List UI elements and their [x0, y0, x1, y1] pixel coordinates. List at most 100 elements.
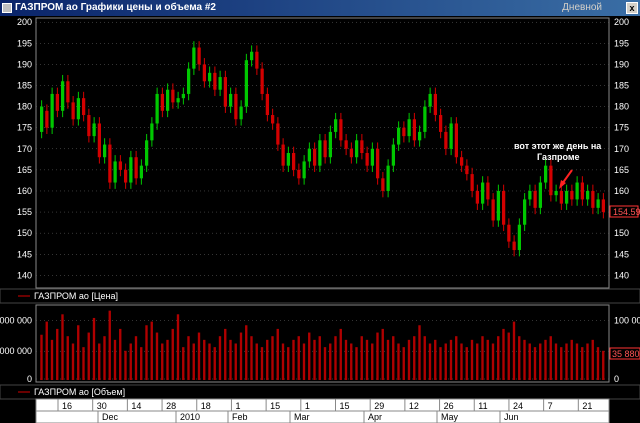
volume-ytick-left: 000 000 — [0, 346, 32, 356]
volume-bar — [124, 350, 127, 380]
price-ytick-left: 140 — [17, 270, 32, 280]
candle-body — [475, 190, 480, 204]
candle-body — [297, 169, 301, 179]
date-month-label: Feb — [232, 412, 248, 422]
volume-bar — [418, 325, 421, 380]
volume-bar — [486, 339, 489, 380]
volume-bar — [528, 343, 531, 380]
chart-canvas[interactable]: 200195190185180175170165160155150145140 … — [0, 0, 640, 423]
volume-bar — [591, 339, 594, 380]
candle-body — [507, 224, 511, 242]
volume-panel[interactable] — [35, 304, 610, 383]
candle-body — [60, 81, 65, 111]
candle-body — [333, 119, 338, 132]
date-month-label: May — [441, 412, 459, 422]
volume-bar — [119, 328, 122, 380]
volume-bar — [313, 339, 316, 380]
candle-body — [449, 123, 453, 149]
price-ytick-right: 190 — [614, 59, 629, 69]
candle-body — [207, 72, 212, 82]
date-day-label: 26 — [444, 401, 454, 411]
candle-body — [543, 165, 548, 183]
volume-bar — [250, 336, 253, 380]
candle-body — [517, 224, 522, 251]
price-ytick-left: 150 — [17, 228, 32, 238]
candle-body — [601, 199, 606, 213]
price-ytick-left: 175 — [17, 123, 32, 133]
last-price-label: 154.59 — [613, 207, 640, 217]
candle-body — [570, 190, 574, 200]
date-day-label: 12 — [409, 401, 419, 411]
candle-body — [213, 72, 217, 90]
candle-body — [486, 182, 490, 200]
volume-bar — [581, 347, 584, 380]
volume-bar — [82, 347, 85, 380]
volume-bar — [297, 336, 300, 380]
volume-bar — [234, 343, 237, 380]
volume-bar — [554, 343, 558, 380]
candle-body — [87, 115, 91, 137]
volume-bar — [171, 328, 174, 380]
date-day-label: 14 — [131, 401, 141, 411]
volume-bar — [465, 347, 468, 380]
date-day-label: 15 — [340, 401, 350, 411]
price-ytick-left: 180 — [17, 102, 32, 112]
volume-bar — [470, 339, 474, 380]
volume-ytick-right: 0 — [614, 374, 619, 384]
volume-bar — [381, 328, 384, 380]
candle-body — [71, 102, 75, 120]
volume-bar — [365, 339, 369, 380]
candle-body — [50, 93, 54, 128]
candle-body — [339, 119, 343, 141]
price-ytick-left: 200 — [17, 17, 32, 27]
volume-legend: ГАЗПРОМ ао [Объем] — [34, 387, 125, 397]
price-ytick-right: 180 — [614, 102, 629, 112]
volume-bar — [371, 343, 374, 380]
volume-bar — [50, 339, 54, 380]
date-day-label: 28 — [166, 401, 176, 411]
candle-body — [129, 157, 133, 183]
price-ytick-right: 140 — [614, 270, 629, 280]
price-ytick-left: 185 — [17, 81, 32, 91]
volume-ytick-left: 0 — [27, 374, 32, 384]
volume-bar — [570, 339, 573, 380]
volume-bar — [502, 328, 505, 380]
date-month-label: Dec — [102, 412, 119, 422]
volume-bar — [287, 347, 290, 380]
volume-bar — [329, 343, 332, 380]
candle-body — [276, 123, 280, 145]
volume-bar — [260, 347, 264, 380]
volume-bar — [203, 339, 206, 380]
volume-bar — [129, 343, 132, 380]
volume-bar — [549, 336, 552, 380]
price-ytick-left: 165 — [17, 165, 32, 175]
candle-body — [533, 190, 537, 208]
volume-bar — [140, 347, 143, 380]
volume-bar — [103, 336, 106, 380]
price-ytick-left: 160 — [17, 186, 32, 196]
candle-body — [396, 127, 401, 145]
annotation-line2: Газпроме — [537, 152, 580, 162]
volume-bar — [360, 336, 363, 380]
volume-bar — [40, 334, 43, 380]
volume-bar — [402, 347, 405, 380]
candle-body — [108, 144, 112, 183]
price-panel[interactable] — [35, 17, 610, 289]
price-ytick-left: 195 — [17, 38, 32, 48]
candle-body — [575, 182, 579, 200]
candle-body — [171, 89, 175, 103]
candle-body — [360, 140, 364, 153]
date-day-label: 1 — [305, 401, 310, 411]
last-volume-label: 35 880 3 — [612, 349, 640, 359]
volume-bar — [197, 332, 201, 380]
volume-bar — [491, 343, 495, 380]
date-day-label: 18 — [201, 401, 211, 411]
candle-body — [386, 165, 390, 191]
volume-bar — [434, 339, 437, 380]
candle-body — [423, 106, 427, 132]
candle-body — [202, 64, 207, 82]
candle-body — [134, 157, 138, 179]
candle-body — [291, 153, 296, 170]
volume-bar — [392, 336, 395, 380]
volume-bar — [544, 339, 547, 380]
